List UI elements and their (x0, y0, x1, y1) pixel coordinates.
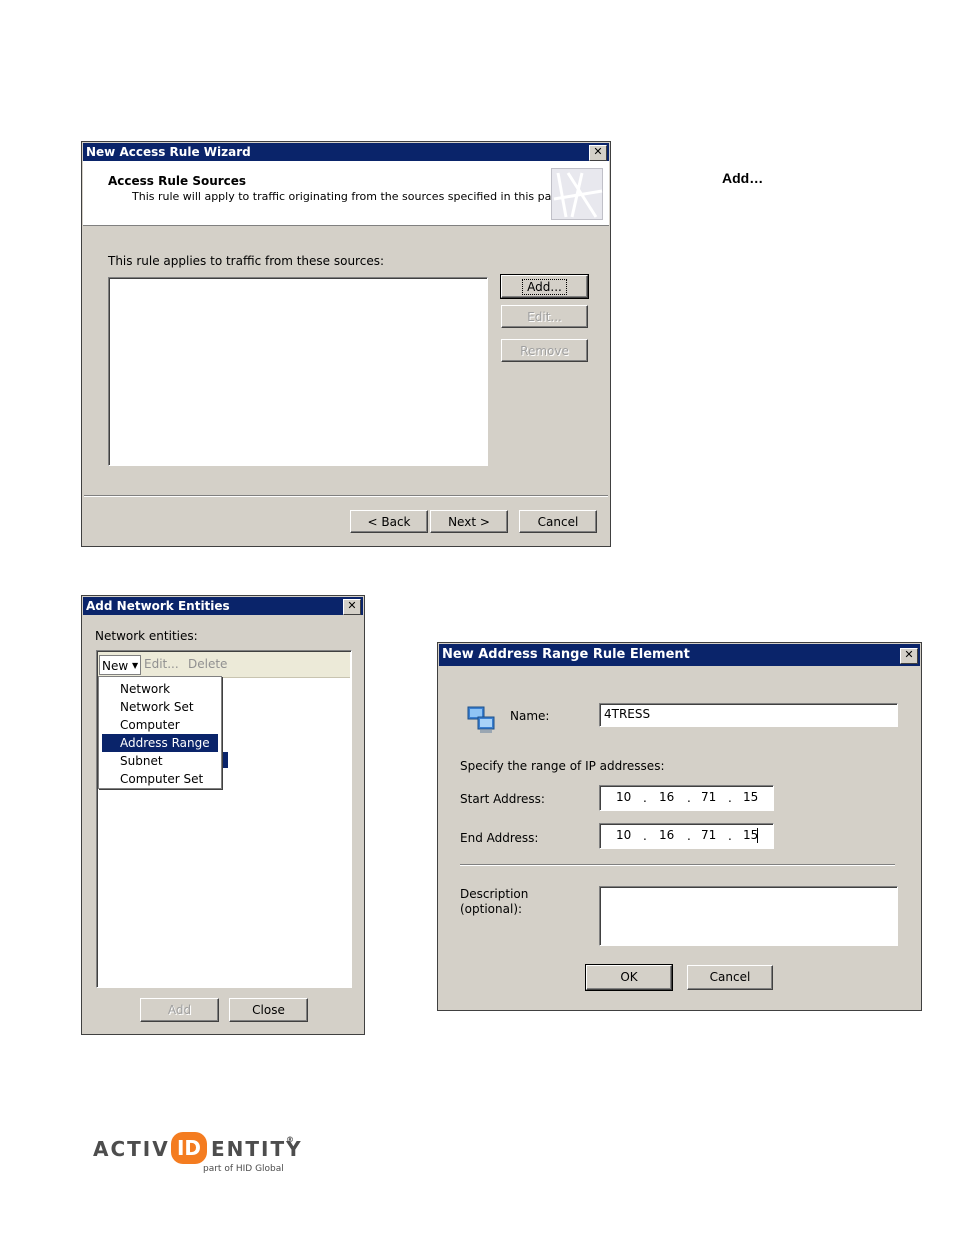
add-network-entities-window: Add Network Entities ✕ Network entities:… (81, 595, 365, 1035)
add-annotation: Add… (722, 170, 764, 186)
actividentity-logo: ACTIV ID ENTITY ® part of HID Global (93, 1130, 313, 1180)
end-ip-octet-2[interactable]: 16 (659, 828, 674, 842)
wizard-header: Access Rule Sources This rule will apply… (83, 161, 609, 226)
close-button[interactable]: Close (229, 998, 308, 1022)
new-dropdown-button[interactable]: New ▼ (99, 655, 141, 675)
start-ip-octet-3[interactable]: 71 (701, 790, 716, 804)
description-label-1: Description (460, 887, 529, 901)
end-ip-octet-4[interactable]: 15 (743, 828, 758, 842)
ip-dot: . (643, 791, 647, 805)
wizard-header-title: Access Rule Sources (108, 174, 247, 188)
name-input[interactable]: 4TRESS (599, 703, 898, 727)
new-dropdown-menu: Network Network Set Computer Address Ran… (98, 676, 222, 789)
chevron-down-icon: ▼ (132, 661, 139, 670)
start-address-field[interactable]: 10 . 16 . 71 . 15 (599, 785, 774, 811)
wizard-header-subtitle: This rule will apply to traffic originat… (132, 190, 569, 203)
end-ip-octet-1[interactable]: 10 (616, 828, 631, 842)
menu-item-subnet[interactable]: Subnet (102, 752, 218, 770)
end-address-label: End Address: (460, 831, 539, 845)
remove-button[interactable]: Remove (501, 339, 588, 362)
end-ip-octet-3[interactable]: 71 (701, 828, 716, 842)
entities-title-bar[interactable]: Add Network Entities ✕ (83, 597, 363, 615)
menu-item-network[interactable]: Network (102, 680, 218, 698)
menu-item-computer[interactable]: Computer (102, 716, 218, 734)
cancel-button[interactable]: Cancel (519, 510, 597, 533)
wizard-title-bar[interactable]: New Access Rule Wizard ✕ (83, 143, 609, 161)
range-title: New Address Range Rule Element (442, 647, 690, 662)
text-cursor (757, 828, 758, 843)
end-address-field[interactable]: 10 . 16 . 71 . 15 (599, 823, 774, 849)
new-label: New (102, 659, 129, 673)
ip-dot: . (643, 829, 647, 843)
ip-dot: . (728, 829, 732, 843)
menu-item-network-set[interactable]: Network Set (102, 698, 218, 716)
logo-registered: ® (286, 1135, 294, 1144)
description-input[interactable] (599, 886, 898, 946)
entities-toolbar: New ▼ Edit... Delete (98, 652, 350, 678)
logo-text-left: ACTIV (93, 1137, 170, 1161)
range-instructions: Specify the range of IP addresses: (460, 759, 665, 773)
wizard-title: New Access Rule Wizard (86, 145, 251, 159)
entities-label: Network entities: (95, 629, 198, 643)
description-label-2: (optional): (460, 902, 523, 916)
ok-button[interactable]: OK (585, 964, 673, 991)
ip-dot: . (687, 791, 691, 805)
menu-item-computer-set[interactable]: Computer Set (102, 770, 218, 788)
name-label: Name: (510, 709, 550, 723)
address-range-window: New Address Range Rule Element ✕ Name: 4… (437, 642, 922, 1011)
add-entity-button[interactable]: Add (140, 998, 219, 1022)
wizard-graphic-icon (551, 168, 603, 220)
logo-tagline: part of HID Global (203, 1164, 284, 1174)
add-button[interactable]: Add... (500, 274, 589, 299)
menu-item-address-range[interactable]: Address Range (102, 734, 218, 752)
entities-title: Add Network Entities (86, 599, 230, 613)
access-rule-wizard-window: New Access Rule Wizard ✕ Access Rule Sou… (81, 141, 611, 547)
range-cancel-button[interactable]: Cancel (687, 965, 773, 990)
next-button[interactable]: Next > (430, 510, 508, 533)
range-title-bar[interactable]: New Address Range Rule Element ✕ (439, 644, 920, 666)
close-icon[interactable]: ✕ (900, 648, 918, 664)
network-computers-icon (466, 703, 498, 737)
close-icon[interactable]: ✕ (589, 145, 607, 161)
sources-list[interactable] (108, 277, 488, 466)
wizard-divider (84, 495, 608, 497)
edit-button[interactable]: Edit... (501, 305, 588, 328)
start-ip-octet-2[interactable]: 16 (659, 790, 674, 804)
logo-id-text: ID (176, 1136, 202, 1160)
sources-list-label: This rule applies to traffic from these … (108, 254, 385, 268)
logo-id-mark: ID (171, 1132, 207, 1164)
delete-toolbar-button[interactable]: Delete (188, 657, 227, 671)
start-ip-octet-1[interactable]: 10 (616, 790, 631, 804)
close-icon[interactable]: ✕ (343, 599, 361, 615)
add-label: Add... (522, 279, 567, 295)
start-address-label: Start Address: (460, 792, 545, 806)
ip-dot: . (728, 791, 732, 805)
ip-dot: . (687, 829, 691, 843)
range-divider (460, 864, 895, 866)
edit-toolbar-button[interactable]: Edit... (144, 657, 179, 671)
start-ip-octet-4[interactable]: 15 (743, 790, 758, 804)
back-button[interactable]: < Back (350, 510, 428, 533)
